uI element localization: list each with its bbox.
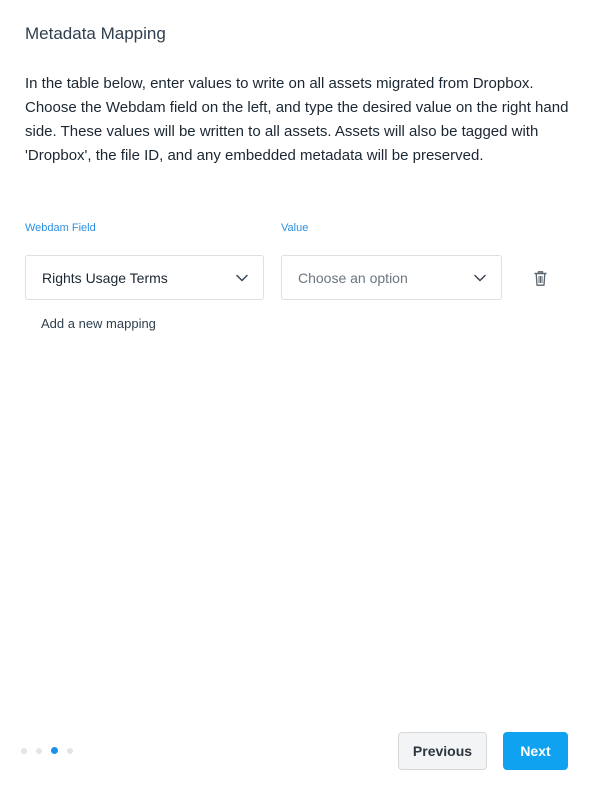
page-description: In the table below, enter values to writ… xyxy=(25,75,569,164)
value-select-placeholder: Choose an option xyxy=(298,269,408,286)
step-indicator xyxy=(21,747,73,754)
add-mapping-link[interactable]: Add a new mapping xyxy=(41,316,156,331)
page-title: Metadata Mapping xyxy=(25,24,166,43)
step-dot-1 xyxy=(21,747,27,754)
chevron-down-icon xyxy=(236,274,248,282)
chevron-down-icon xyxy=(474,274,486,282)
step-dot-4 xyxy=(67,747,73,754)
webdam-field-column-label: Webdam Field xyxy=(25,222,96,234)
webdam-field-select[interactable]: Rights Usage Terms xyxy=(25,255,264,300)
previous-button[interactable]: Previous xyxy=(398,732,487,770)
step-dot-2 xyxy=(36,747,42,754)
value-select[interactable]: Choose an option xyxy=(281,255,502,300)
value-column-label: Value xyxy=(281,222,309,234)
step-dot-3-active xyxy=(51,747,58,754)
trash-icon[interactable] xyxy=(532,269,549,287)
next-button[interactable]: Next xyxy=(503,732,568,770)
webdam-field-selected-value: Rights Usage Terms xyxy=(42,269,168,286)
